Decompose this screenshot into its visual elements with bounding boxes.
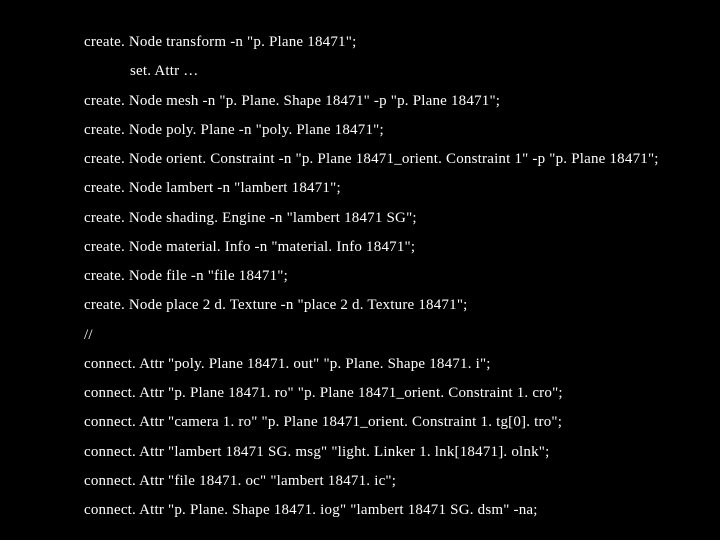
code-line: connect. Attr "camera 1. ro" "p. Plane 1… — [84, 408, 720, 437]
code-line: create. Node poly. Plane -n "poly. Plane… — [84, 116, 720, 145]
code-block: create. Node transform -n "p. Plane 1847… — [84, 28, 720, 525]
code-line: create. Node material. Info -n "material… — [84, 233, 720, 262]
code-line: // — [84, 321, 720, 350]
code-line: connect. Attr "p. Plane. Shape 18471. io… — [84, 496, 720, 525]
code-line: create. Node place 2 d. Texture -n "plac… — [84, 291, 720, 320]
code-line: create. Node orient. Constraint -n "p. P… — [84, 145, 720, 174]
code-line: connect. Attr "file 18471. oc" "lambert … — [84, 467, 720, 496]
code-line: set. Attr … — [84, 57, 720, 86]
code-line: create. Node mesh -n "p. Plane. Shape 18… — [84, 87, 720, 116]
code-line: create. Node file -n "file 18471"; — [84, 262, 720, 291]
code-line: connect. Attr "poly. Plane 18471. out" "… — [84, 350, 720, 379]
code-line: connect. Attr "lambert 18471 SG. msg" "l… — [84, 438, 720, 467]
code-line: create. Node shading. Engine -n "lambert… — [84, 204, 720, 233]
code-line: create. Node lambert -n "lambert 18471"; — [84, 174, 720, 203]
code-line: create. Node transform -n "p. Plane 1847… — [84, 28, 720, 57]
code-line: connect. Attr "p. Plane 18471. ro" "p. P… — [84, 379, 720, 408]
